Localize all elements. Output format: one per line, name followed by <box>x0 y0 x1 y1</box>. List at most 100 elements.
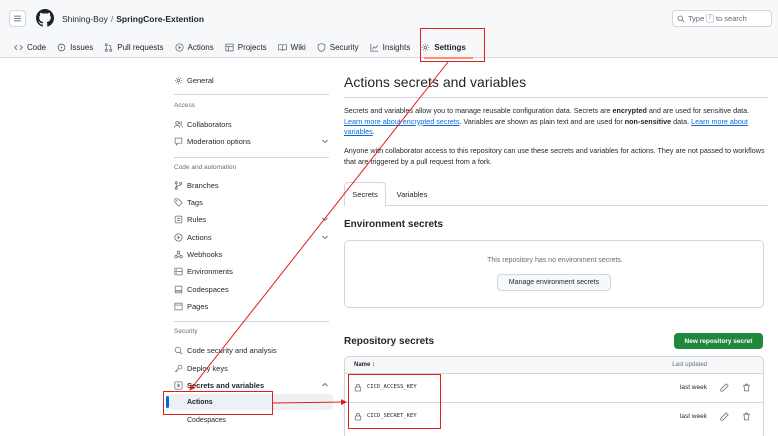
tab-security[interactable]: Security <box>317 38 359 56</box>
branch-icon <box>174 180 183 190</box>
webhook-icon <box>174 250 183 258</box>
title-divider <box>344 97 768 98</box>
sidebar-item-label: Codespaces <box>187 416 226 424</box>
description: Secrets and variables allow you to manag… <box>344 106 768 138</box>
sidebar-item-branches[interactable]: Branches <box>168 177 333 193</box>
tab-label: Wiki <box>290 42 306 52</box>
collaborator-note: Anyone with collaborator access to this … <box>344 146 765 166</box>
sidebar-item-environments[interactable]: Environments <box>168 263 333 279</box>
tab-actions[interactable]: Actions <box>174 38 214 56</box>
tab-projects[interactable]: Projects <box>225 38 267 56</box>
search-icon <box>677 15 685 23</box>
trash-icon[interactable] <box>742 383 751 392</box>
sidebar-item-tags[interactable]: Tags <box>168 194 333 210</box>
sidebar-item-moderation[interactable]: Moderation options <box>168 133 333 149</box>
page-title: Actions secrets and variables <box>344 74 527 90</box>
tab-label: Code <box>27 42 47 52</box>
sidebar-heading-code-automation: Code and automation <box>174 164 237 171</box>
new-repository-secret-button[interactable]: New repository secret <box>674 333 763 349</box>
repo-link[interactable]: SpringCore-Extention <box>116 14 204 24</box>
description-bold: encrypted <box>612 106 647 115</box>
repository-secrets-title: Repository secrets <box>344 336 435 347</box>
sidebar-item-label: Secrets and variables <box>187 380 265 390</box>
comment-icon <box>174 137 183 146</box>
server-icon <box>174 267 183 275</box>
graph-icon <box>370 43 378 52</box>
sort-icon: ↕ <box>372 362 376 368</box>
name-column-header[interactable]: Name ↕ <box>354 362 375 368</box>
tab-insights[interactable]: Insights <box>370 38 411 56</box>
learn-more-secrets-link[interactable]: Learn more about encrypted secrets <box>344 117 459 126</box>
sidebar-item-webhooks[interactable]: Webhooks <box>168 246 333 262</box>
people-icon <box>174 120 183 128</box>
tab-secrets[interactable]: Secrets <box>344 182 386 207</box>
key-icon <box>174 364 183 372</box>
sidebar-item-actions[interactable]: Actions <box>168 229 333 245</box>
github-logo-icon[interactable] <box>36 9 54 27</box>
breadcrumb: Shining-Boy / SpringCore-Extention <box>62 14 204 24</box>
description-text: data. <box>671 116 692 126</box>
play-icon <box>174 232 183 242</box>
trash-icon[interactable] <box>742 412 751 421</box>
menu-button[interactable] <box>9 10 26 27</box>
manage-environment-secrets-button[interactable]: Manage environment secrets <box>497 274 611 291</box>
tab-label: Issues <box>70 42 94 52</box>
sidebar-heading-access: Access <box>174 102 195 109</box>
chevron-down-icon <box>322 139 328 144</box>
sidebar-divider <box>174 157 329 158</box>
tab-pull-requests[interactable]: Pull requests <box>104 38 164 56</box>
pencil-icon[interactable] <box>720 412 729 421</box>
search-input[interactable]: Type / to search <box>672 10 772 27</box>
table-header: Name ↕ Last updated <box>345 357 763 374</box>
sidebar-item-code-security[interactable]: Code security and analysis <box>168 342 333 358</box>
tab-label: Security <box>329 42 359 52</box>
search-suffix: to search <box>715 14 747 23</box>
sidebar-item-general[interactable]: General <box>168 72 333 88</box>
repo-nav: Code Issues Pull requests Actions Projec… <box>14 38 477 56</box>
tag-icon <box>174 197 183 207</box>
sidebar-item-codespaces[interactable]: Codespaces <box>168 281 333 297</box>
search-prefix: Type <box>688 14 705 23</box>
description-text: . Variables are shown as plain text and … <box>459 116 625 126</box>
tab-wiki[interactable]: Wiki <box>277 38 306 56</box>
issue-icon <box>57 43 66 51</box>
sidebar-item-label: Collaborators <box>187 119 232 129</box>
sidebar-item-label: Moderation options <box>187 136 251 146</box>
tab-label: Insights <box>382 42 411 52</box>
secrets-highlight-box <box>348 374 441 429</box>
shield-icon <box>317 42 326 52</box>
pull-request-icon <box>105 42 113 52</box>
sidebar-item-deploy-keys[interactable]: Deploy keys <box>168 360 333 376</box>
tab-variables[interactable]: Variables <box>394 182 430 206</box>
environment-secrets-title: Environment secrets <box>344 219 443 230</box>
chevron-down-icon <box>322 235 328 240</box>
description-bold: non-sensitive <box>624 116 672 126</box>
pencil-icon[interactable] <box>720 383 729 392</box>
breadcrumb-separator: / <box>110 14 114 24</box>
description-text: . <box>372 127 375 136</box>
environment-secrets-box: This repository has no environment secre… <box>344 240 764 308</box>
tab-code[interactable]: Code <box>14 38 46 56</box>
tab-label: Projects <box>237 42 267 52</box>
owner-link[interactable]: Shining-Boy <box>62 14 108 24</box>
play-icon <box>174 42 184 52</box>
secret-updated: last week <box>679 413 707 420</box>
last-updated-column-header: Last updated <box>672 362 707 368</box>
sidebar-item-collaborators[interactable]: Collaborators <box>168 116 333 132</box>
description-text: and are used for sensitive data. <box>646 106 750 115</box>
column-label: Name <box>354 362 371 368</box>
sidebar-item-label: Deploy keys <box>187 363 228 373</box>
browser-icon <box>174 302 183 310</box>
sidebar-item-pages[interactable]: Pages <box>168 298 333 314</box>
secret-updated: last week <box>679 384 707 391</box>
sidebar-item-label: Environments <box>187 266 233 276</box>
tab-issues[interactable]: Issues <box>57 38 93 56</box>
sidebar-item-label: Branches <box>187 180 219 190</box>
gear-icon <box>174 76 183 84</box>
search-shortcut-key: / <box>706 14 714 23</box>
sidebar-item-rules[interactable]: Rules <box>168 211 333 227</box>
settings-highlight-box <box>420 28 485 62</box>
sidebar-item-label: Webhooks <box>187 249 223 259</box>
tab-label: Actions <box>187 42 214 52</box>
sidebar-item-label: Code security and analysis <box>187 345 277 355</box>
